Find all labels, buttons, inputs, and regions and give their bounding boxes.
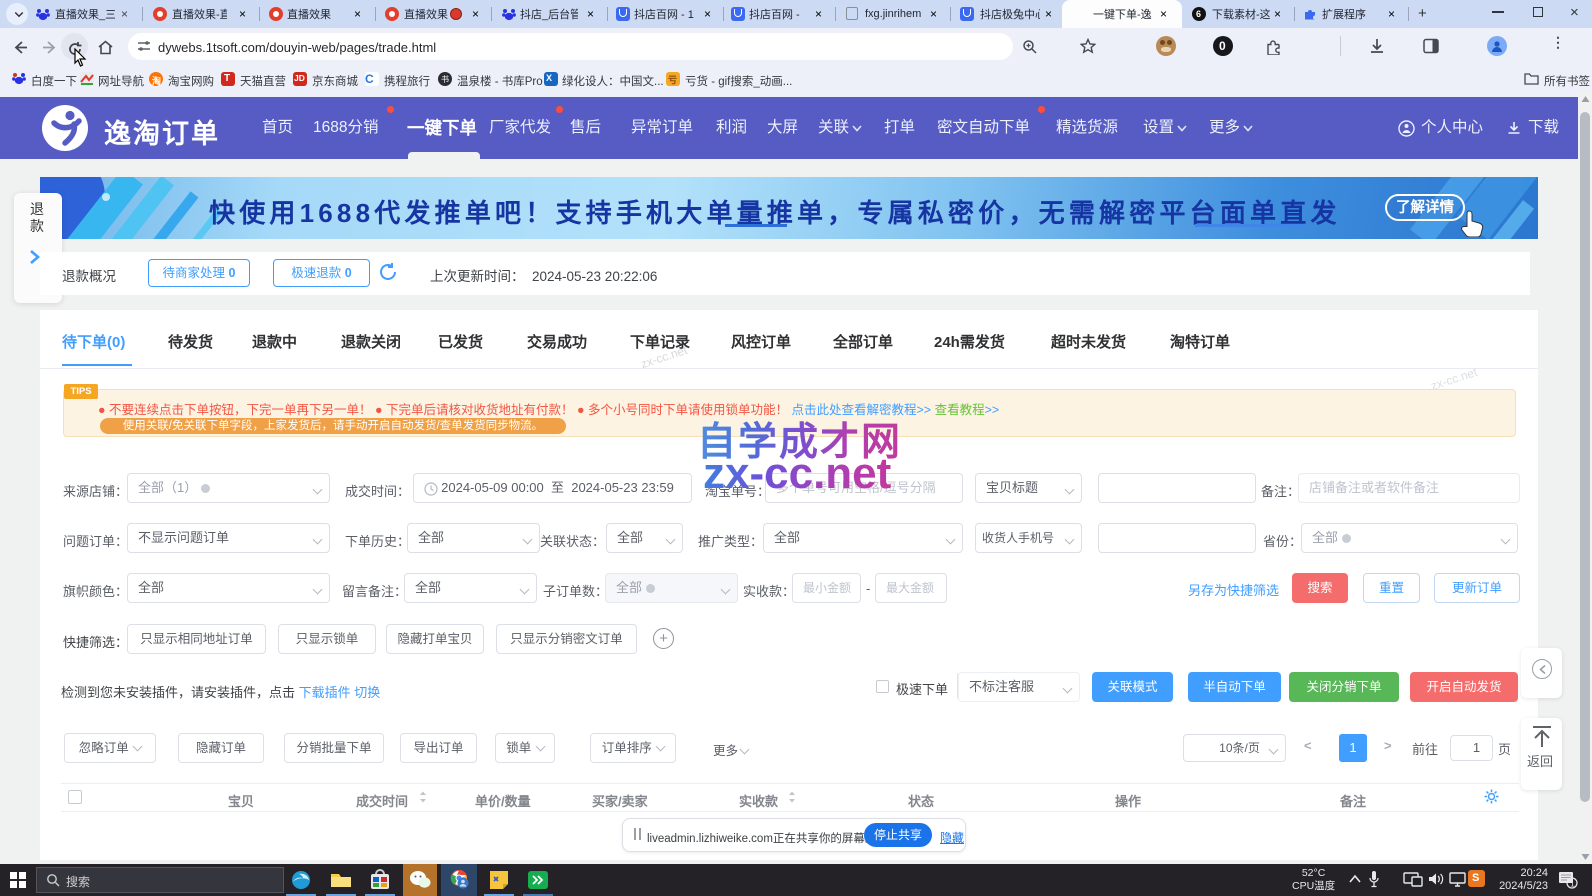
- svg-text:1: 1: [1570, 880, 1575, 889]
